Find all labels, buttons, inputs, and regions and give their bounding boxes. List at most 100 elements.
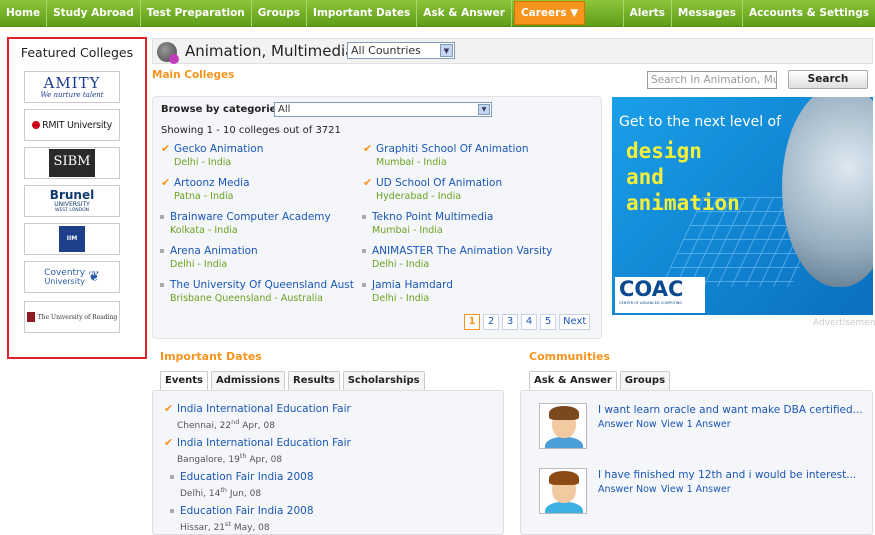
college-item: ANIMASTER The Animation Varsity Delhi - … xyxy=(362,245,552,270)
event-date-text: Chennai, 22 xyxy=(177,421,232,431)
featured-check-icon: ✔ xyxy=(363,142,373,155)
featured-check-icon: ✔ xyxy=(164,436,174,449)
nav-ask-answer[interactable]: Ask & Answer xyxy=(417,0,512,27)
main-colleges-heading: Main Colleges xyxy=(152,69,235,81)
communities-tabs: Ask & Answer Groups xyxy=(529,371,673,391)
page-3[interactable]: 3 xyxy=(502,314,518,330)
college-link[interactable]: Jamia Hamdard xyxy=(372,279,453,291)
college-link[interactable]: Gecko Animation xyxy=(174,143,263,155)
tab-admissions[interactable]: Admissions xyxy=(210,371,286,390)
college-link[interactable]: UD School Of Animation xyxy=(376,177,502,189)
event-link[interactable]: India International Education Fair xyxy=(177,403,351,415)
tab-scholarships[interactable]: Scholarships xyxy=(342,371,425,390)
college-item: ✔ Gecko Animation Delhi - India xyxy=(161,143,263,168)
category-select[interactable]: All ▼ xyxy=(274,102,492,117)
amity-tagline: We nurture talent xyxy=(40,90,104,99)
pagination: 1 2 3 4 5 Next xyxy=(464,314,593,330)
college-link[interactable]: ANIMASTER The Animation Varsity xyxy=(372,245,552,257)
logo-rmit[interactable]: RMIT University xyxy=(24,109,120,141)
question-link[interactable]: I have finished my 12th and i would be i… xyxy=(598,469,856,481)
tab-ask-answer[interactable]: Ask & Answer xyxy=(529,371,617,391)
tab-events[interactable]: Events xyxy=(160,371,208,391)
nav-test-preparation[interactable]: Test Preparation xyxy=(141,0,252,27)
bullet-icon xyxy=(362,283,366,287)
question-link[interactable]: I want learn oracle and want make DBA ce… xyxy=(598,404,863,416)
college-link[interactable]: Tekno Point Multimedia xyxy=(372,211,493,223)
top-navigation: Home Study Abroad Test Preparation Group… xyxy=(0,0,875,27)
college-location: Delhi - India xyxy=(372,259,430,270)
advertisement-label: Advertisement xyxy=(813,318,875,328)
tab-results[interactable]: Results xyxy=(288,371,340,390)
tab-groups[interactable]: Groups xyxy=(619,371,671,390)
nav-groups[interactable]: Groups xyxy=(252,0,308,27)
iim-emblem-icon: IIM xyxy=(59,226,85,252)
page-4[interactable]: 4 xyxy=(521,314,537,330)
bullet-icon xyxy=(362,215,366,219)
event-date-month: Apr, 08 xyxy=(246,455,283,465)
featured-colleges-title: Featured Colleges xyxy=(20,45,134,60)
advertisement-banner[interactable]: Get to the next level of design and anim… xyxy=(612,97,873,315)
college-link[interactable]: Artoonz Media xyxy=(174,177,250,189)
avatar-hair xyxy=(549,471,579,485)
event-link[interactable]: India International Education Fair xyxy=(177,437,351,449)
college-location: Mumbai - India xyxy=(376,157,447,168)
coac-logo-sub: CENTER OF ADVANCED COMPUTING xyxy=(619,301,683,305)
college-location: Mumbai - India xyxy=(372,225,443,236)
answer-now-link[interactable]: Answer Now xyxy=(598,484,657,495)
nav-accounts-settings[interactable]: Accounts & Settings xyxy=(741,0,875,27)
college-item: Brainware Computer Academy Kolkata - Ind… xyxy=(160,211,331,236)
event-date-month: Jun, 08 xyxy=(227,489,262,499)
event-link[interactable]: Education Fair India 2008 xyxy=(180,471,314,483)
college-link[interactable]: Brainware Computer Academy xyxy=(170,211,331,223)
results-count: Showing 1 - 10 colleges out of 3721 xyxy=(161,125,341,136)
ad-tagline-2: and xyxy=(626,165,664,189)
page-5[interactable]: 5 xyxy=(540,314,556,330)
college-item: ✔ Graphiti School Of Animation Mumbai - … xyxy=(363,143,529,168)
college-location: Delhi - India xyxy=(372,293,430,304)
view-answers-link[interactable]: View 1 Answer xyxy=(661,484,731,495)
logo-coventry[interactable]: Coventry University ❦ xyxy=(24,261,120,293)
nav-important-dates[interactable]: Important Dates xyxy=(307,0,418,27)
event-date-month: May, 08 xyxy=(230,523,270,533)
next-page-button[interactable]: Next xyxy=(559,314,591,330)
nav-study-abroad[interactable]: Study Abroad xyxy=(47,0,141,27)
logo-iim[interactable]: IIM xyxy=(24,223,120,255)
logo-sibm[interactable]: SIBM xyxy=(24,147,120,179)
animation-category-icon xyxy=(157,42,179,64)
bullet-icon xyxy=(160,215,164,219)
nav-home[interactable]: Home xyxy=(0,0,48,27)
college-location: Brisbane Queensland - Australia xyxy=(170,293,323,304)
answer-now-link[interactable]: Answer Now xyxy=(598,419,657,430)
country-select-value: All Countries xyxy=(351,44,421,57)
college-item: ✔ Artoonz Media Patna - India xyxy=(161,177,250,202)
college-location: Delhi - India xyxy=(170,259,228,270)
nav-careers-dropdown[interactable]: Careers ▼ xyxy=(513,1,586,25)
college-link[interactable]: Arena Animation xyxy=(170,245,258,257)
event-link[interactable]: Education Fair India 2008 xyxy=(180,505,314,517)
avatar[interactable] xyxy=(539,403,587,449)
logo-brunel[interactable]: Brunel UNIVERSITY WEST LONDON xyxy=(24,185,120,217)
college-link[interactable]: The University Of Queensland Aust xyxy=(170,279,354,291)
reading-logo-text: The University of Reading xyxy=(37,313,118,321)
logo-amity[interactable]: AMITY We nurture talent xyxy=(24,71,120,103)
nav-messages[interactable]: Messages xyxy=(670,0,742,27)
bullet-icon xyxy=(160,249,164,253)
category-select-value: All xyxy=(278,104,291,115)
avatar[interactable] xyxy=(539,468,587,514)
search-button[interactable]: Search xyxy=(788,70,868,89)
page-2[interactable]: 2 xyxy=(483,314,499,330)
sibm-logo-text: SIBM xyxy=(49,149,95,177)
college-item: The University Of Queensland Aust Brisba… xyxy=(160,279,354,304)
search-input[interactable]: Search In Animation, Mu xyxy=(647,71,777,89)
page-1[interactable]: 1 xyxy=(464,314,480,330)
country-select[interactable]: All Countries ▼ xyxy=(347,42,455,59)
college-browse-panel: Browse by categories: All ▼ Showing 1 - … xyxy=(152,96,602,339)
reading-crest-icon xyxy=(26,312,35,322)
logo-reading[interactable]: The University of Reading xyxy=(24,301,120,333)
bullet-icon xyxy=(362,249,366,253)
college-link[interactable]: Graphiti School Of Animation xyxy=(376,143,529,155)
view-answers-link[interactable]: View 1 Answer xyxy=(661,419,731,430)
nav-alerts[interactable]: Alerts xyxy=(622,0,671,27)
coventry-phoenix-icon: ❦ xyxy=(88,269,100,285)
featured-check-icon: ✔ xyxy=(164,402,174,415)
